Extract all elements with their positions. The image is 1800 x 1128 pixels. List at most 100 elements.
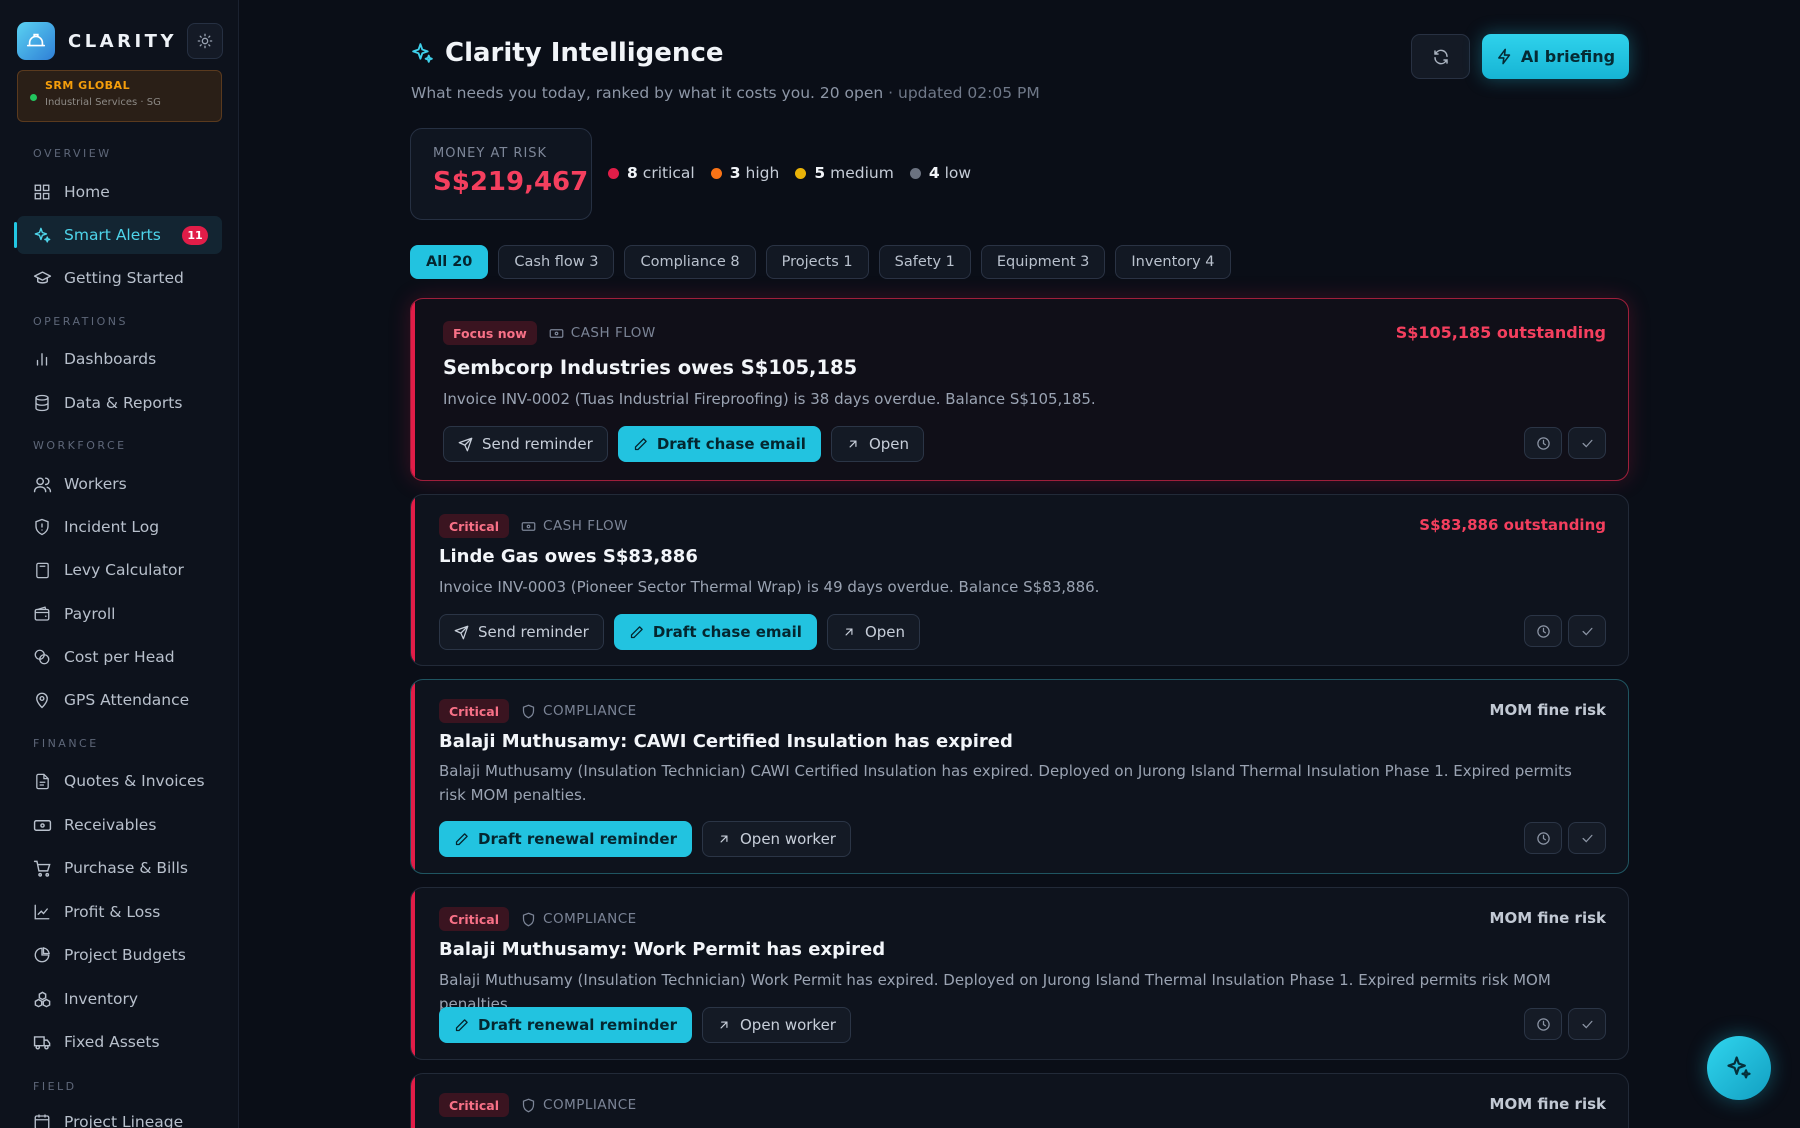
page-subtitle: What needs you today, ranked by what it … — [411, 84, 1040, 102]
sidebar-item-data-reports[interactable]: Data & Reports — [17, 384, 222, 422]
alert-card[interactable]: Critical COMPLIANCE MOM fine risk Balaji… — [410, 679, 1629, 874]
org-switcher[interactable]: SRM GLOBAL Industrial Services · SG — [17, 70, 222, 122]
sidebar-item-label: Incident Log — [64, 518, 160, 536]
send-icon — [454, 625, 469, 639]
sidebar-item-label: Dashboards — [64, 350, 157, 368]
sidebar-item-dashboards[interactable]: Dashboards — [17, 340, 222, 378]
alert-card[interactable]: Critical CASH FLOW S$83,886 outstanding … — [410, 494, 1629, 666]
sidebar-item-cost-per-head[interactable]: Cost per Head — [17, 638, 222, 676]
ai-briefing-button[interactable]: AI briefing — [1482, 34, 1629, 79]
nav-section-field: FIELD — [33, 1080, 77, 1093]
sidebar-item-label: Cost per Head — [64, 648, 175, 666]
send-reminder-button[interactable]: Send reminder — [443, 426, 608, 462]
sidebar-item-levy-calculator[interactable]: Levy Calculator — [17, 551, 222, 589]
resolve-button[interactable] — [1568, 427, 1606, 459]
filter-chip-all[interactable]: All 20 — [410, 245, 489, 279]
users-icon — [32, 474, 52, 494]
sidebar-item-workers[interactable]: Workers — [17, 465, 222, 503]
sidebar-item-quotes-invoices[interactable]: Quotes & Invoices — [17, 762, 222, 800]
theme-toggle-button[interactable] — [187, 23, 223, 59]
sidebar-item-home[interactable]: Home — [17, 173, 222, 211]
alert-actions: Send reminder Draft chase email Open — [439, 614, 930, 650]
open-button[interactable]: Open — [830, 426, 925, 462]
resolve-button[interactable] — [1568, 1008, 1606, 1040]
alert-meta: Critical COMPLIANCE — [439, 1093, 637, 1117]
alert-impact: MOM fine risk — [1489, 1095, 1606, 1113]
sidebar-item-label: Project Lineage — [64, 1113, 184, 1128]
sidebar-item-purchase-bills[interactable]: Purchase & Bills — [17, 849, 222, 887]
alert-tag: Critical — [439, 1093, 510, 1117]
sidebar-item-smart-alerts[interactable]: Smart Alerts 11 — [14, 216, 222, 254]
bar-chart-icon — [32, 349, 52, 369]
filter-chips: All 20 Cash flow 3 Compliance 8 Projects… — [410, 245, 1241, 279]
alert-description: Invoice INV-0003 (Pioneer Sector Thermal… — [439, 578, 1100, 596]
filter-chip-projects[interactable]: Projects 1 — [765, 245, 869, 279]
snooze-button[interactable] — [1524, 822, 1562, 854]
resolve-button[interactable] — [1568, 822, 1606, 854]
wallet-icon — [32, 604, 52, 624]
shield-icon — [522, 912, 535, 926]
alerts-count-badge: 11 — [182, 226, 208, 245]
snooze-button[interactable] — [1524, 1008, 1562, 1040]
pie-chart-icon — [32, 945, 52, 965]
pencil-icon — [630, 625, 643, 638]
sidebar-item-payroll[interactable]: Payroll — [17, 595, 222, 633]
alert-actions: Draft renewal reminder Open worker — [439, 821, 861, 857]
sidebar-item-gps-attendance[interactable]: GPS Attendance — [17, 681, 222, 719]
graduation-cap-icon — [32, 268, 52, 288]
draft-renewal-reminder-button[interactable]: Draft renewal reminder — [439, 1007, 692, 1043]
filter-chip-safety[interactable]: Safety 1 — [878, 245, 971, 279]
alert-card[interactable]: Focus now CASH FLOW S$105,185 outstandin… — [410, 298, 1629, 481]
money-at-risk-label: MONEY AT RISK — [433, 146, 548, 161]
sidebar-item-label: Getting Started — [64, 269, 184, 287]
filter-chip-inventory[interactable]: Inventory 4 — [1115, 245, 1231, 279]
alert-description: Balaji Muthusamy (Insulation Technician)… — [439, 762, 1572, 804]
ai-assistant-fab[interactable] — [1707, 1036, 1771, 1100]
draft-renewal-reminder-button[interactable]: Draft renewal reminder — [439, 821, 692, 857]
open-worker-button[interactable]: Open worker — [701, 1007, 851, 1043]
sidebar-item-profit-loss[interactable]: Profit & Loss — [17, 893, 222, 931]
open-worker-button[interactable]: Open worker — [701, 821, 851, 857]
org-name: SRM GLOBAL — [45, 79, 131, 92]
alert-meta: Critical CASH FLOW — [439, 514, 628, 538]
snooze-button[interactable] — [1524, 427, 1562, 459]
alert-quick-actions — [1518, 822, 1606, 854]
draft-chase-email-button[interactable]: Draft chase email — [613, 614, 817, 650]
sidebar-item-label: Levy Calculator — [64, 561, 184, 579]
alert-tag: Critical — [439, 514, 510, 538]
org-status-dot — [30, 94, 37, 101]
sidebar-item-incident-log[interactable]: Incident Log — [17, 508, 222, 546]
updated-time: · updated 02:05 PM — [883, 84, 1040, 102]
alert-title: Linde Gas owes S$83,886 — [439, 546, 698, 567]
alert-actions: Draft renewal reminder Open worker — [439, 1007, 861, 1043]
sidebar-item-getting-started[interactable]: Getting Started — [17, 259, 222, 297]
sidebar-item-label: Smart Alerts — [64, 226, 161, 244]
filter-chip-compliance[interactable]: Compliance 8 — [624, 245, 756, 279]
sidebar-item-receivables[interactable]: Receivables — [17, 806, 222, 844]
refresh-button[interactable] — [1411, 34, 1470, 79]
ai-briefing-label: AI briefing — [1520, 47, 1616, 66]
clock-icon — [1536, 624, 1550, 638]
send-icon — [458, 437, 473, 451]
arrow-up-right-icon — [849, 440, 857, 448]
resolve-button[interactable] — [1568, 615, 1606, 647]
alert-quick-actions — [1518, 615, 1606, 647]
sidebar-item-project-budgets[interactable]: Project Budgets — [17, 936, 222, 974]
snooze-button[interactable] — [1524, 615, 1562, 647]
arrow-up-right-icon — [720, 835, 728, 843]
check-icon — [1582, 439, 1592, 448]
alert-card[interactable]: Critical COMPLIANCE MOM fine risk — [410, 1073, 1629, 1128]
open-button[interactable]: Open — [826, 614, 921, 650]
alert-meta: Focus now CASH FLOW — [443, 321, 656, 345]
send-reminder-button[interactable]: Send reminder — [439, 614, 604, 650]
sidebar-item-project-lineage[interactable]: Project Lineage — [17, 1103, 222, 1128]
sidebar-item-inventory[interactable]: Inventory — [17, 980, 222, 1018]
alert-card[interactable]: Critical COMPLIANCE MOM fine risk Balaji… — [410, 887, 1629, 1060]
filter-chip-cash-flow[interactable]: Cash flow 3 — [498, 245, 615, 279]
nav-section-operations: OPERATIONS — [33, 315, 128, 328]
alert-category: COMPLIANCE — [521, 1097, 637, 1113]
filter-chip-equipment[interactable]: Equipment 3 — [980, 245, 1106, 279]
sidebar-item-fixed-assets[interactable]: Fixed Assets — [17, 1023, 222, 1061]
draft-chase-email-button[interactable]: Draft chase email — [617, 426, 821, 462]
brand-name: CLARITY — [68, 30, 177, 52]
